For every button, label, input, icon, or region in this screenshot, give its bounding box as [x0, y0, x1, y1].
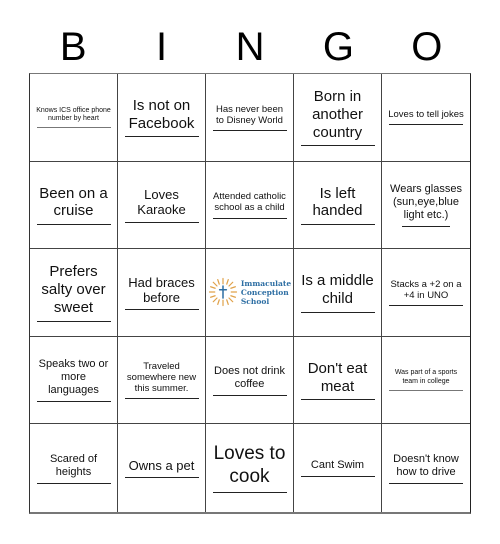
cell-text: Doesn't know how to drive	[393, 452, 459, 478]
cell-text: Speaks two or more languages	[38, 358, 109, 397]
header-letter-g: G	[322, 25, 354, 69]
bingo-cell[interactable]: Knows ICS office phone number by heart	[30, 74, 118, 162]
bingo-cell[interactable]: Loves to cook	[206, 424, 294, 512]
cell-text: Knows ICS office phone number by heart	[36, 106, 111, 122]
cell-text: Been on a cruise	[39, 184, 108, 220]
cell-text: Loves Karaoke	[137, 187, 186, 218]
cell-text: Don't eat meat	[307, 359, 368, 395]
bingo-cell[interactable]: Scared of heights	[30, 424, 118, 512]
cell-text: Stacks a +2 on a +4 in UNO	[390, 278, 462, 301]
bingo-cell[interactable]: Is left handed	[294, 161, 382, 250]
bingo-cell[interactable]: Cant Swim	[294, 424, 382, 512]
bingo-cell[interactable]: Was part of a sports team in college	[382, 337, 470, 425]
school-name: Immaculate Conception School	[240, 278, 292, 306]
signature-line	[212, 217, 287, 219]
cell-text: Cant Swim	[310, 459, 365, 472]
signature-line	[36, 482, 111, 484]
bingo-cell[interactable]: Owns a pet	[118, 424, 206, 512]
cell-text: Wears glasses (sun,eye,blue light etc.)	[390, 182, 462, 221]
bingo-cell[interactable]: Wears glasses (sun,eye,blue light etc.)	[382, 162, 470, 250]
signature-line	[389, 389, 463, 391]
cell-text: Is not on Facebook	[128, 97, 195, 132]
cell-text: Does not drink coffee	[214, 364, 285, 390]
bingo-cell[interactable]: Speaks two or more languages	[30, 336, 118, 425]
signature-line	[124, 309, 199, 311]
signature-line	[36, 127, 111, 129]
bingo-cell[interactable]: Does not drink coffee	[206, 336, 294, 425]
cell-text: Loves to tell jokes	[388, 109, 464, 121]
cross-sun-icon	[208, 278, 237, 307]
cell-text: Was part of a sports team in college	[394, 369, 458, 385]
signature-line	[212, 394, 287, 396]
school-logo: Immaculate Conception School	[208, 277, 291, 307]
bingo-header: B I N G O	[29, 22, 471, 72]
bingo-cell[interactable]: Born in another country	[294, 74, 382, 162]
cell-text: Has never been to Disney World	[215, 103, 284, 126]
signature-line	[300, 399, 375, 401]
signature-line	[300, 145, 375, 147]
cell-text: Born in another country	[312, 88, 363, 141]
signature-line	[389, 305, 463, 307]
header-letter-o: O	[411, 25, 443, 69]
cell-text: Attended catholic school as a child	[213, 191, 286, 214]
cell-text: Is a middle child	[301, 272, 374, 307]
bingo-cell[interactable]: Doesn't know how to drive	[382, 424, 470, 512]
bingo-cell[interactable]: Attended catholic school as a child	[206, 161, 294, 250]
bingo-cell[interactable]: Has never been to Disney World	[206, 74, 294, 162]
signature-line	[300, 224, 375, 226]
bingo-cell[interactable]: Stacks a +2 on a +4 in UNO	[382, 249, 470, 337]
signature-line	[300, 311, 375, 313]
signature-line	[124, 398, 199, 400]
bingo-cell[interactable]: Loves to tell jokes	[382, 74, 470, 162]
bingo-cell[interactable]: Been on a cruise	[30, 161, 118, 250]
bingo-cell[interactable]: Is a middle child	[294, 249, 382, 337]
bingo-cell[interactable]: Prefers salty over sweet	[30, 249, 118, 337]
signature-line	[389, 124, 463, 126]
signature-line	[212, 130, 287, 131]
signature-line	[36, 224, 111, 226]
signature-line	[402, 225, 450, 227]
signature-line	[36, 320, 111, 322]
signature-line	[389, 482, 463, 484]
bingo-cell[interactable]: Is not on Facebook	[118, 74, 206, 162]
bingo-cell[interactable]: Loves Karaoke	[118, 161, 206, 250]
header-letter-i: I	[156, 25, 168, 69]
cell-text: Loves to cook	[213, 443, 286, 487]
cell-text: Traveled somewhere new this summer.	[126, 360, 197, 395]
cell-text: Is left handed	[312, 184, 363, 220]
cell-text: Owns a pet	[128, 458, 195, 474]
cell-text: Scared of heights	[49, 452, 98, 478]
bingo-cell[interactable]: Had braces before	[118, 249, 206, 337]
header-letter-b: B	[59, 25, 87, 69]
bingo-cell[interactable]: Don't eat meat	[294, 336, 382, 425]
bingo-cell[interactable]: Traveled somewhere new this summer.	[118, 336, 206, 425]
cell-text: Had braces before	[128, 274, 195, 305]
cell-text: Prefers salty over sweet	[41, 263, 106, 316]
signature-line	[300, 476, 375, 478]
signature-line	[212, 492, 287, 494]
signature-line	[124, 221, 199, 223]
header-letter-n: N	[235, 25, 265, 69]
signature-line	[36, 401, 111, 403]
free-space[interactable]: Immaculate Conception School	[206, 249, 294, 337]
bingo-grid: Knows ICS office phone number by heart I…	[29, 73, 471, 514]
signature-line	[124, 136, 199, 138]
signature-line	[124, 477, 199, 479]
